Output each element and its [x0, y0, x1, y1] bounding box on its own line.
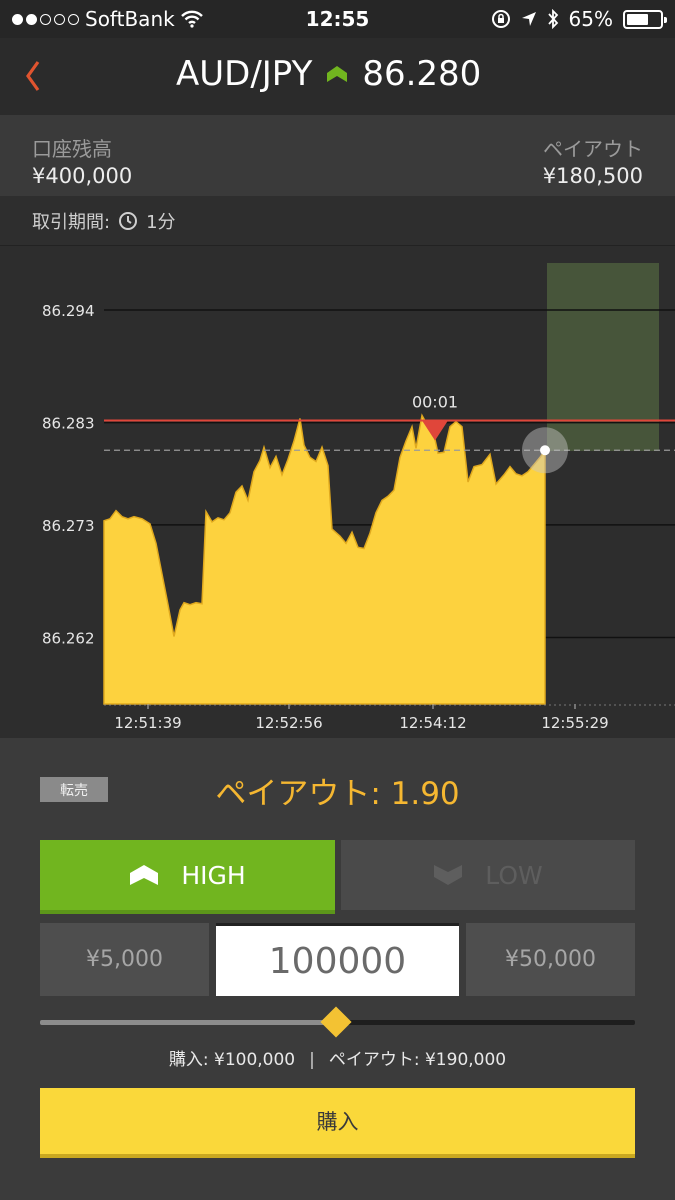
y-tick-label: 86.262	[42, 629, 95, 647]
arrow-down-icon	[434, 865, 463, 885]
high-label: HIGH	[181, 860, 246, 890]
payout-block: ペイアウト ¥180,500	[543, 133, 643, 188]
countdown-label: 00:01	[412, 393, 458, 412]
arrow-up-icon	[130, 865, 159, 885]
purchase-summary: 購入: ¥100,000 | ペイアウト: ¥190,000	[0, 1045, 675, 1070]
slider-thumb[interactable]	[320, 1006, 352, 1038]
payout-value: ¥180,500	[542, 164, 643, 188]
y-tick-label: 86.283	[42, 415, 95, 433]
amount-slider[interactable]	[40, 1006, 635, 1038]
x-tick-label: 12:52:56	[255, 714, 322, 732]
payout-label: ペイアウト	[543, 137, 643, 161]
amount-preset-left[interactable]: ¥5,000	[40, 923, 209, 996]
trading-period: 取引期間: 1分	[0, 196, 675, 246]
status-bar: SoftBank 12:55 65%	[0, 0, 675, 38]
back-chevron-icon[interactable]	[22, 58, 44, 94]
currency-pair: AUD/JPY	[176, 54, 313, 94]
location-arrow-icon	[521, 12, 536, 26]
x-tick-label: 12:55:29	[541, 714, 608, 732]
balance-value: ¥400,000	[32, 164, 133, 188]
y-tick-label: 86.294	[42, 302, 95, 320]
balance-label: 口座残高	[32, 137, 112, 161]
amount-input[interactable]	[216, 923, 459, 996]
price-chart[interactable]: 86.294 86.283 86.273 86.262 00:01 12:51:39 12:…	[0, 246, 675, 738]
payout-rate: ペイアウト: 1.90	[215, 776, 460, 812]
trade-panel: 転売 ペイアウト: 1.90 HIGH LOW ¥5,000 ¥50,000 購…	[0, 738, 675, 1200]
high-button[interactable]: HIGH	[40, 840, 335, 914]
clock-icon	[119, 211, 138, 230]
low-label: LOW	[485, 860, 543, 890]
pair-title: AUD/JPY 86.280	[176, 54, 481, 94]
header: AUD/JPY 86.280	[0, 38, 675, 115]
x-tick-label: 12:54:12	[399, 714, 466, 732]
rotation-lock-icon	[491, 10, 510, 28]
bluetooth-icon	[547, 9, 558, 29]
payout-amount: ペイアウト: ¥190,000	[328, 1050, 507, 1070]
battery-percent: 65%	[568, 7, 613, 31]
trend-up-icon	[327, 66, 348, 82]
status-right: 65%	[491, 7, 667, 31]
account-summary: 口座残高 ¥400,000 ペイアウト ¥180,500	[0, 115, 675, 196]
current-point	[540, 445, 550, 456]
amount-preset-right[interactable]: ¥50,000	[466, 923, 635, 996]
buy-button[interactable]: 購入	[40, 1088, 635, 1158]
x-tick-label: 12:51:39	[114, 714, 181, 732]
y-tick-label: 86.273	[42, 517, 95, 535]
period-value: 1分	[146, 211, 176, 233]
price-area	[103, 413, 546, 705]
battery-level	[627, 13, 648, 25]
slider-track-filled	[40, 1020, 336, 1025]
period-label: 取引期間:	[32, 211, 111, 233]
slider-track-empty	[336, 1020, 635, 1025]
low-button[interactable]: LOW	[341, 840, 635, 910]
balance-block: 口座残高 ¥400,000	[32, 133, 132, 188]
current-price: 86.280	[362, 54, 482, 94]
purchase-amount: 購入: ¥100,000	[168, 1050, 296, 1070]
price-chart-svg: 86.294 86.283 86.273 86.262 00:01 12:51:39 12:…	[42, 263, 675, 732]
summary-separator: |	[309, 1050, 315, 1070]
battery-icon	[623, 9, 667, 29]
